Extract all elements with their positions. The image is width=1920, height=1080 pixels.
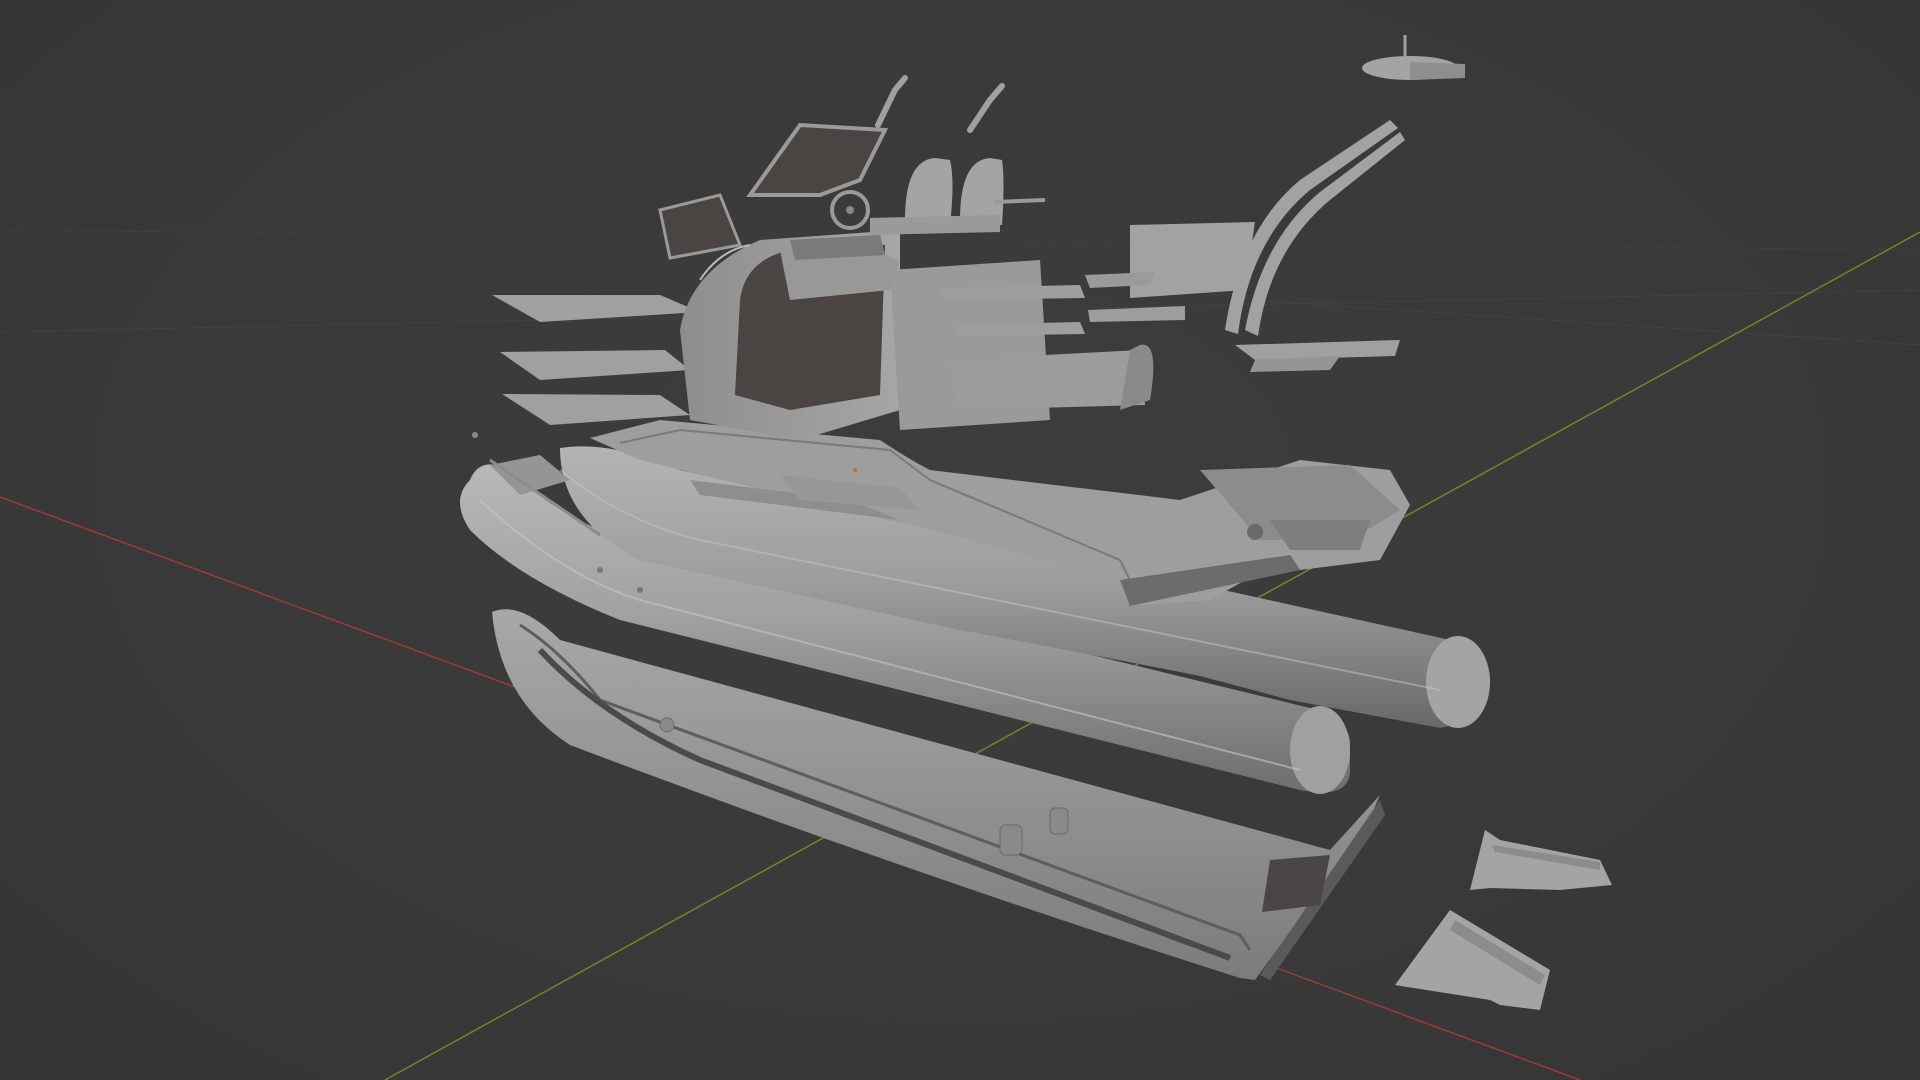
swim-steps[interactable] bbox=[1395, 830, 1612, 1010]
viewport-canvas[interactable] bbox=[0, 0, 1920, 1080]
steering-wheel[interactable] bbox=[830, 190, 870, 230]
radar-dome[interactable] bbox=[1362, 35, 1465, 80]
helm-seats[interactable] bbox=[870, 158, 1046, 235]
bow-seats[interactable] bbox=[492, 295, 700, 425]
stern-platform[interactable] bbox=[1235, 340, 1400, 372]
grab-handles[interactable] bbox=[875, 75, 1005, 133]
3d-viewport[interactable] bbox=[0, 0, 1920, 1080]
